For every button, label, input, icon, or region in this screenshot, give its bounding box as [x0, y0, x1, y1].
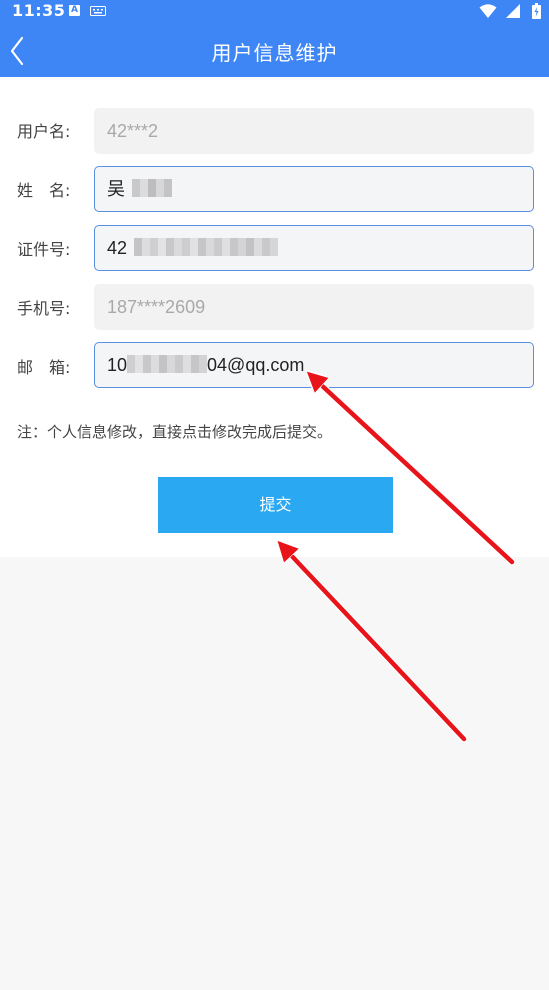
email-redaction-mosaic [127, 355, 208, 374]
page-title: 用户信息维护 [211, 41, 338, 65]
username-label: 用户名: [17, 122, 71, 141]
phone-field: 187****2609 [94, 284, 534, 330]
arrow-to-submit [288, 552, 468, 743]
phone-value: 187****2609 [107, 297, 206, 317]
a-notification-icon: A [69, 5, 80, 16]
email-input[interactable]: 10 04@qq.com [94, 342, 534, 388]
id-number-redaction-mosaic [134, 238, 279, 257]
name-redaction-mosaic [132, 179, 173, 198]
user-info-form: 用户名: 42***2 姓 名: 吴 证件号: 42 手机号: 187****2… [0, 77, 549, 557]
email-value-suffix: 04@qq.com [207, 355, 305, 375]
signal-icon [505, 4, 520, 18]
name-input[interactable]: 吴 [94, 166, 534, 212]
email-value-prefix: 10 [107, 355, 128, 375]
email-label: 邮 箱: [17, 358, 71, 377]
username-field: 42***2 [94, 108, 534, 154]
username-value: 42***2 [107, 121, 159, 141]
id-number-input[interactable]: 42 [94, 225, 534, 271]
wifi-icon [479, 4, 497, 18]
id-number-label: 证件号: [17, 240, 71, 259]
status-bar: 11:35 A [0, 0, 549, 24]
hint-note: 注：个人信息修改，直接点击修改完成后提交。 [17, 423, 333, 441]
phone-label: 手机号: [17, 299, 71, 318]
battery-icon [532, 3, 541, 19]
submit-button[interactable]: 提交 [158, 477, 393, 533]
navigation-bar: 用户信息维护 [0, 24, 549, 77]
name-value: 吴 [107, 179, 125, 199]
id-number-value: 42 [107, 238, 128, 258]
name-label: 姓 名: [17, 181, 71, 200]
status-time: 11:35 [12, 1, 66, 20]
status-right-icons [479, 3, 541, 21]
keyboard-icon [90, 6, 106, 16]
